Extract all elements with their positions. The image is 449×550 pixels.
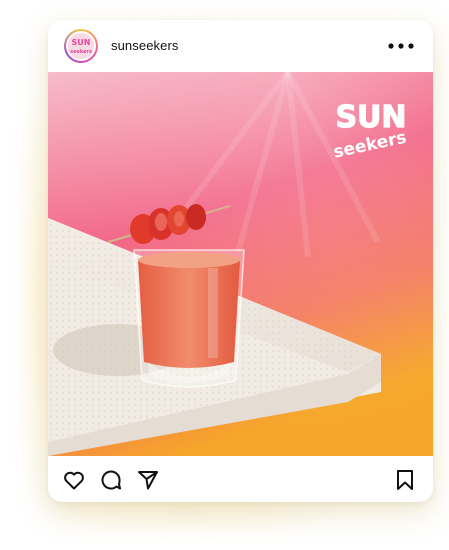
- sunseekers-logo-icon: SUN seekers: [68, 33, 94, 59]
- post-actions: [48, 456, 433, 502]
- bookmark-icon[interactable]: [393, 468, 417, 492]
- heart-icon[interactable]: [62, 468, 86, 492]
- send-icon[interactable]: [136, 468, 160, 492]
- more-options-icon[interactable]: [386, 38, 416, 54]
- post-header: SUN seekers sunseekers: [48, 20, 433, 72]
- svg-text:SUN: SUN: [72, 38, 91, 47]
- profile-avatar[interactable]: SUN seekers: [64, 29, 98, 63]
- comment-icon[interactable]: [99, 468, 123, 492]
- instagram-post-card: SUN seekers sunseekers SUN seekers: [48, 20, 433, 502]
- post-image[interactable]: SUN seekers: [48, 72, 433, 456]
- post-username[interactable]: sunseekers: [111, 38, 178, 53]
- svg-text:seekers: seekers: [70, 49, 92, 55]
